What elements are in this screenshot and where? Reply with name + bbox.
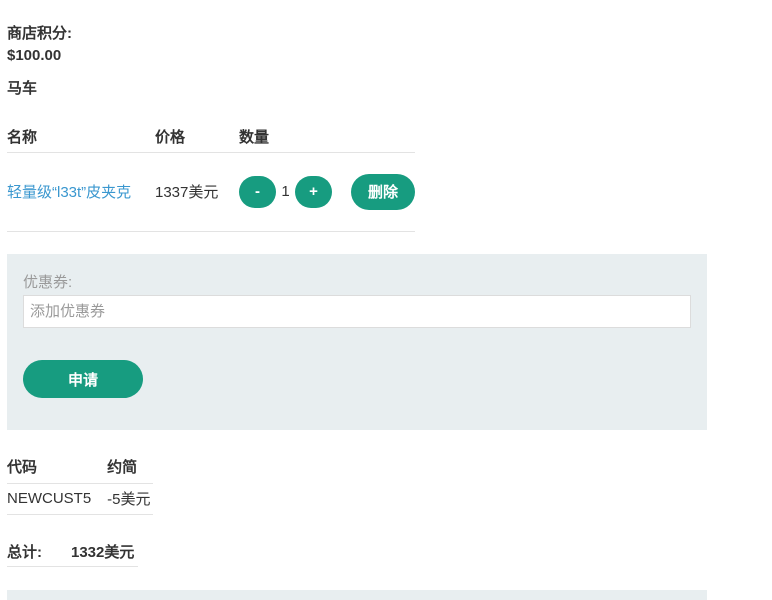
column-header-actions [351, 121, 415, 153]
cart-page: 商店积分: $100.00 马车 名称 价格 数量 轻量级“l33t”皮夹克 1… [0, 0, 772, 600]
column-header-name: 名称 [7, 121, 155, 153]
applied-coupons-table: 代码 约简 NEWCUST5 -5美元 [7, 451, 153, 515]
coupon-label: 优惠券: [23, 274, 73, 291]
coupon-savings: -5美元 [107, 483, 153, 515]
total-value: 1332美元 [71, 543, 135, 561]
cart-item-name-cell: 轻量级“l33t”皮夹克 [7, 152, 155, 232]
applied-coupon-row: NEWCUST5 -5美元 [7, 483, 153, 515]
checkout-panel [7, 590, 707, 600]
store-credit-label: 商店积分: [7, 25, 72, 42]
apply-coupon-button[interactable]: 申请 [23, 360, 143, 398]
cart-table: 名称 价格 数量 轻量级“l33t”皮夹克 1337美元 - 1 + 删除 [7, 121, 415, 232]
cart-item-actions-cell: 删除 [351, 152, 415, 232]
product-link[interactable]: 轻量级“l33t”皮夹克 [7, 184, 131, 201]
applied-coupons-header-row: 代码 约简 [7, 451, 153, 484]
cart-item-row: 轻量级“l33t”皮夹克 1337美元 - 1 + 删除 [7, 152, 415, 232]
decrement-quantity-button[interactable]: - [239, 175, 276, 208]
total-label: 总计: [7, 543, 42, 561]
coupon-panel: 优惠券: 申请 [7, 254, 707, 430]
cart-header-row: 名称 价格 数量 [7, 121, 415, 153]
cart-item-quantity-cell: - 1 + [239, 152, 351, 232]
store-credit-value: $100.00 [7, 47, 62, 64]
coupon-code: NEWCUST5 [7, 483, 108, 515]
column-header-price: 价格 [155, 121, 239, 153]
cart-item-price: 1337美元 [155, 152, 239, 232]
coupon-input[interactable] [23, 295, 691, 328]
column-header-savings: 约简 [107, 451, 153, 484]
column-header-quantity: 数量 [239, 121, 351, 153]
cart-title: 马车 [7, 80, 38, 97]
total-row: 总计: 1332美元 [7, 536, 138, 567]
quantity-stepper: - 1 + [239, 175, 351, 208]
quantity-value: 1 [281, 183, 290, 200]
remove-item-button[interactable]: 删除 [351, 173, 415, 210]
column-header-code: 代码 [7, 451, 108, 484]
increment-quantity-button[interactable]: + [295, 175, 332, 208]
